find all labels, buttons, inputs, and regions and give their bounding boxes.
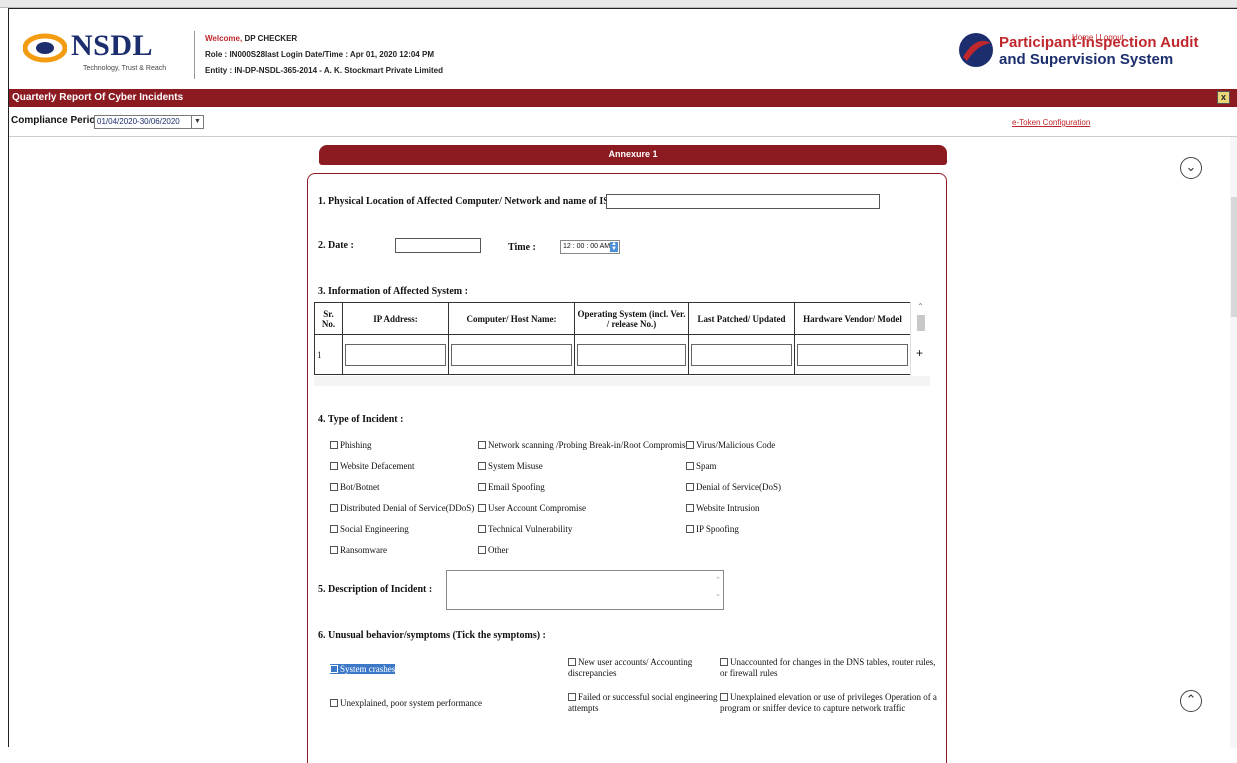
entity-line: Entity : IN-DP-NSDL-365-2014 - A. K. Sto… (205, 66, 443, 75)
browser-top-strip (0, 0, 1237, 8)
system-title-line2: and Supervision System (999, 51, 1174, 68)
system-title: Participant-Inspection Audit and Supervi… (999, 34, 1198, 68)
col-operating-system: Operating System (incl. Ver. / release N… (574, 302, 689, 335)
report-title: Quarterly Report Of Cyber Incidents (12, 92, 184, 103)
page-scrollbar[interactable] (1230, 137, 1237, 748)
col-sr-no: Sr. No. (314, 302, 343, 335)
report-title-bar: Quarterly Report Of Cyber Incidents x (9, 89, 1237, 107)
q4-label: 4. Type of Incident : (318, 414, 404, 425)
q6-label: 6. Unusual behavior/symptoms (Tick the s… (318, 630, 546, 641)
incident-technical-vulnerability[interactable]: Technical Vulnerability (478, 524, 572, 534)
circle-chevron-down-icon[interactable]: ⌄ (1180, 157, 1202, 179)
time-label: Time : (508, 242, 536, 253)
operating-system-input[interactable] (577, 343, 686, 366)
last-patched-input[interactable] (691, 343, 792, 366)
spinner-icon[interactable]: ▲ ▼ (610, 241, 618, 252)
system-logo-icon (959, 33, 993, 67)
welcome-label: Welcome, (205, 34, 243, 43)
incident-phishing[interactable]: Phishing (330, 440, 372, 450)
incident-network-scanning[interactable]: Network scanning /Probing Break-in/Root … (478, 440, 689, 450)
incident-website-defacement[interactable]: Website Defacement (330, 461, 415, 471)
scroll-thumb[interactable] (916, 315, 925, 331)
textarea-scroll-icon[interactable]: ⌃ ⌄ (715, 573, 721, 601)
incident-social-engineering[interactable]: Social Engineering (330, 524, 409, 534)
annexure-form: 1. Physical Location of Affected Compute… (307, 173, 947, 763)
table-header-row: Sr. No. IP Address: Computer/ Host Name:… (314, 302, 911, 335)
symptom-poor-performance[interactable]: Unexplained, poor system performance (330, 698, 482, 708)
brand-tagline: Technology, Trust & Reach (83, 65, 167, 72)
chevron-up-icon[interactable]: ⌃ (911, 302, 930, 311)
date-label: 2. Date : (318, 240, 354, 251)
incident-other[interactable]: Other (478, 545, 509, 555)
incident-ip-spoofing[interactable]: IP Spoofing (686, 524, 739, 534)
incident-dos[interactable]: Denial of Service(DoS) (686, 482, 781, 492)
close-button[interactable]: x (1217, 91, 1230, 104)
incident-system-misuse[interactable]: System Misuse (478, 461, 543, 471)
table-scrollbar[interactable]: ⌃ (910, 302, 930, 376)
system-title-line1: Participant-Inspection Audit (999, 34, 1199, 51)
incident-ransomware[interactable]: Ransomware (330, 545, 387, 555)
nsdl-logo: NSDL Technology, Trust & Reach (23, 29, 173, 79)
date-input[interactable] (395, 238, 481, 253)
table-row: 1 (314, 334, 911, 375)
incident-website-intrusion[interactable]: Website Intrusion (686, 503, 760, 513)
description-textarea[interactable]: ⌃ ⌄ (446, 570, 724, 610)
q3-label: 3. Information of Affected System : (318, 286, 468, 297)
chevron-down-icon[interactable]: ▼ (191, 116, 203, 128)
symptom-social-engineering[interactable]: Failed or successful social engineering … (568, 692, 720, 714)
host-name-input[interactable] (451, 343, 572, 366)
hardware-vendor-input[interactable] (797, 343, 908, 366)
incident-account-compromise[interactable]: User Account Compromise (478, 503, 586, 513)
ip-address-input[interactable] (345, 343, 446, 366)
user-info: Welcome, DP CHECKER Role : IN000S28last … (205, 31, 443, 79)
compliance-period-select[interactable]: 01/04/2020-30/06/2020 ▼ (94, 115, 204, 129)
q1-label: 1. Physical Location of Affected Compute… (318, 196, 621, 207)
header-divider (194, 31, 195, 79)
time-input[interactable]: 12 : 00 : 00 AM ▲ ▼ (560, 240, 620, 254)
header: NSDL Technology, Trust & Reach Welcome, … (9, 9, 1237, 89)
symptom-unaccounted-changes[interactable]: Unaccounted for changes in the DNS table… (720, 657, 944, 679)
time-value: 12 : 00 : 00 AM (563, 243, 611, 250)
circle-chevron-up-icon[interactable]: ⌃ (1180, 690, 1202, 712)
symptom-system-crashes[interactable]: System crashes (330, 664, 396, 674)
nsdl-logo-icon (23, 33, 67, 63)
incident-botnet[interactable]: Bot/Botnet (330, 482, 380, 492)
annexure-title-bar: Annexure 1 (319, 145, 947, 165)
incident-ddos[interactable]: Distributed Denial of Service(DDoS) (330, 503, 474, 513)
col-ip-address: IP Address: (342, 302, 449, 335)
brand-name: NSDL (71, 29, 154, 62)
physical-location-input[interactable] (606, 194, 880, 209)
col-hardware-vendor: Hardware Vendor/ Model (794, 302, 911, 335)
affected-system-table: Sr. No. IP Address: Computer/ Host Name:… (314, 302, 934, 386)
etoken-configuration-link[interactable]: e-Token Configuration (1012, 118, 1090, 127)
incident-email-spoofing[interactable]: Email Spoofing (478, 482, 545, 492)
welcome-user: DP CHECKER (244, 34, 298, 43)
app-frame: NSDL Technology, Trust & Reach Welcome, … (8, 8, 1237, 763)
symptom-privilege-elevation[interactable]: Unexplained elevation or use of privileg… (720, 692, 944, 714)
col-host-name: Computer/ Host Name: (448, 302, 575, 335)
row-number: 1 (314, 334, 343, 375)
page-scroll-thumb[interactable] (1231, 197, 1237, 317)
compliance-period-value: 01/04/2020-30/06/2020 (97, 117, 180, 126)
compliance-row: Compliance Period : 01/04/2020-30/06/202… (9, 107, 1237, 137)
role-line: Role : IN000S28last Login Date/Time : Ap… (205, 50, 434, 59)
symptom-new-user-accounts[interactable]: New user accounts/ Accounting discrepanc… (568, 657, 716, 679)
incident-virus[interactable]: Virus/Malicious Code (686, 440, 775, 450)
q5-label: 5. Description of Incident : (318, 584, 433, 595)
table-h-scrollbar[interactable] (314, 376, 930, 386)
col-last-patched: Last Patched/ Updated (688, 302, 795, 335)
incident-spam[interactable]: Spam (686, 461, 717, 471)
